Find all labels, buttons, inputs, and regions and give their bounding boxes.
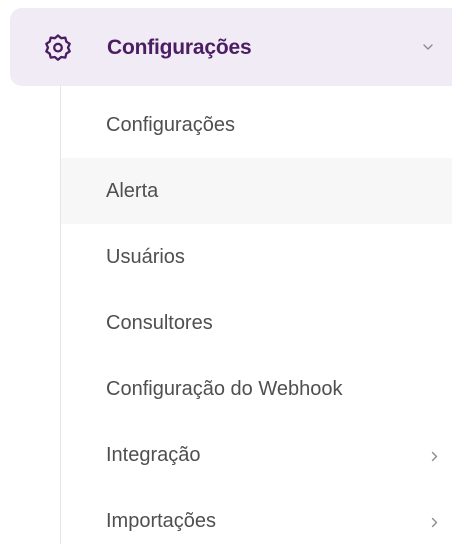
submenu-item-usuarios[interactable]: Usuários — [61, 224, 452, 290]
chevron-right-icon[interactable] — [431, 517, 438, 528]
gear-icon — [45, 34, 71, 61]
chevron-down-icon[interactable] — [423, 43, 433, 51]
settings-submenu: Configurações Alerta Usuários Consultore… — [60, 86, 452, 544]
submenu-item-label: Integração — [106, 444, 201, 466]
nav-item-label: Configurações — [107, 36, 252, 59]
submenu-item-configuracoes[interactable]: Configurações — [61, 92, 452, 158]
chevron-right-icon[interactable] — [431, 451, 438, 462]
submenu-item-label: Alerta — [106, 180, 159, 202]
submenu-item-configuracao-webhook[interactable]: Configuração do Webhook — [61, 356, 452, 422]
settings-navigation-menu: Configurações Configurações Alerta Usuár… — [0, 0, 452, 544]
submenu-item-integracao[interactable]: Integração — [61, 422, 452, 488]
submenu-item-label: Consultores — [106, 312, 213, 334]
submenu-item-importacoes[interactable]: Importações — [61, 488, 452, 544]
nav-item-configuracoes[interactable]: Configurações — [10, 8, 452, 86]
submenu-item-label: Configuração do Webhook — [106, 378, 343, 400]
submenu-item-label: Usuários — [106, 246, 185, 268]
submenu-item-label: Importações — [106, 510, 217, 532]
submenu-item-alerta[interactable]: Alerta — [61, 158, 452, 224]
submenu-item-consultores[interactable]: Consultores — [61, 290, 452, 356]
submenu-item-label: Configurações — [106, 114, 235, 136]
